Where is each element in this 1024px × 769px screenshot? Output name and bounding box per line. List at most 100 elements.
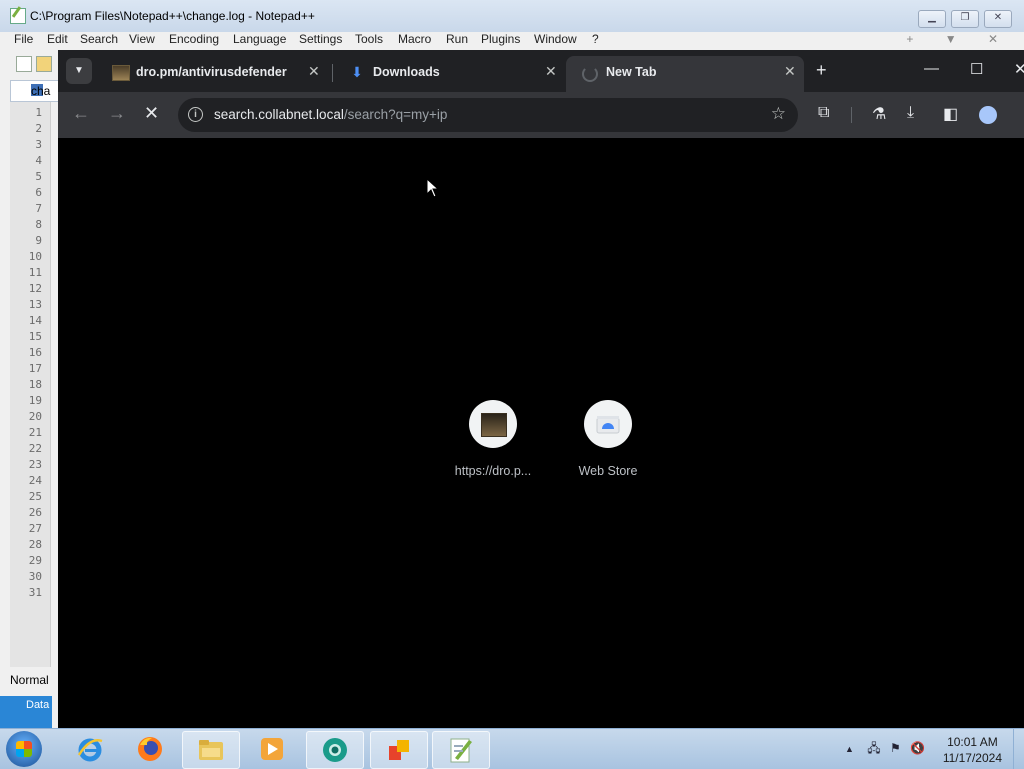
- shortcut-label: Web Store: [578, 464, 638, 478]
- url-host: search.collabnet.local: [214, 107, 344, 122]
- menu-tools[interactable]: Tools: [355, 32, 383, 46]
- notepad-minimize-button[interactable]: ▁: [918, 10, 946, 28]
- notepad-restore-button[interactable]: ❐: [951, 10, 979, 28]
- line-number: 23: [28, 458, 42, 471]
- line-number: 2: [35, 122, 42, 135]
- url-path: /search?q=my+ip: [343, 107, 448, 122]
- menu-edit[interactable]: Edit: [47, 32, 68, 46]
- menu-search[interactable]: Search: [80, 32, 118, 46]
- data-panel[interactable]: Data: [0, 696, 52, 728]
- bookmark-star-icon[interactable]: ☆: [771, 104, 786, 124]
- line-number: 5: [35, 170, 42, 183]
- notepad-menu-controls[interactable]: + ▼ ✕: [906, 32, 1012, 46]
- maximize-button[interactable]: ☐: [970, 60, 983, 78]
- line-number: 8: [35, 218, 42, 231]
- notepad-file-tab[interactable]: cha: [10, 80, 60, 102]
- tab-close-icon[interactable]: ✕: [784, 63, 796, 80]
- clock-date: 11/17/2024: [942, 751, 1002, 765]
- notepad-close-button[interactable]: ✕: [984, 10, 1012, 28]
- labs-flask-icon[interactable]: ⚗: [872, 104, 886, 124]
- forward-button[interactable]: →: [108, 103, 126, 124]
- taskbar-file-explorer[interactable]: [182, 731, 240, 769]
- taskbar-app-blocks[interactable]: [370, 731, 428, 769]
- taskbar-notepad[interactable]: [432, 731, 490, 769]
- shortcut-label: https://dro.p...: [454, 464, 532, 478]
- volume-muted-icon[interactable]: 🔇: [910, 741, 925, 755]
- menu-settings[interactable]: Settings: [299, 32, 342, 46]
- taskbar-internet-explorer[interactable]: [62, 731, 118, 767]
- line-number-gutter: 1 2 3 4 5 6 7 8 9 10 11 12 13 14 15 16 17 18 19 20 21 22 23 24 2…: [10, 102, 51, 667]
- network-icon[interactable]: 🖧: [867, 741, 880, 755]
- tab-antivirusdefender[interactable]: dro.pm/antivirusdefender ✕: [96, 56, 328, 92]
- line-number: 10: [28, 250, 42, 263]
- file-tab-label: cha: [31, 84, 51, 98]
- line-number: 16: [28, 346, 42, 359]
- new-tab-button[interactable]: +: [816, 60, 827, 81]
- downloads-icon[interactable]: ⤓: [907, 104, 914, 122]
- side-panel-icon[interactable]: ◧: [943, 104, 958, 124]
- line-number: 11: [28, 266, 42, 279]
- line-number: 27: [28, 522, 42, 535]
- line-number: 31: [28, 586, 42, 599]
- site-info-icon[interactable]: i: [188, 107, 203, 122]
- line-number: 9: [35, 234, 42, 247]
- minimize-button[interactable]: —: [924, 60, 939, 77]
- profile-avatar-icon[interactable]: [979, 106, 997, 124]
- action-center-flag-icon[interactable]: ⚑: [890, 741, 901, 755]
- loading-spinner-icon: [582, 66, 598, 82]
- tab-label: dro.pm/antivirusdefender: [136, 65, 287, 79]
- system-clock[interactable]: 10:01 AM 11/17/2024: [943, 734, 1002, 766]
- clock-time: 10:01 AM: [947, 735, 998, 749]
- back-button[interactable]: ←: [72, 103, 90, 124]
- taskbar-media-player[interactable]: [244, 731, 300, 767]
- taskbar-chrome[interactable]: [306, 731, 364, 769]
- menu-plugins[interactable]: Plugins: [481, 32, 520, 46]
- new-file-icon[interactable]: [16, 56, 32, 72]
- line-number: 6: [35, 186, 42, 199]
- tab-downloads[interactable]: ⬇ Downloads ✕: [333, 56, 565, 92]
- menu-view[interactable]: View: [129, 32, 155, 46]
- menu-language[interactable]: Language: [233, 32, 286, 46]
- line-number: 15: [28, 330, 42, 343]
- notepad-app-icon: [10, 8, 26, 24]
- browser-toolbar: ← → ✕ i search.collabnet.local/search?q=…: [58, 92, 1024, 138]
- notepad-menubar: File Edit Search View Encoding Language …: [0, 32, 1024, 48]
- notepad-title: C:\Program Files\Notepad++\change.log - …: [30, 9, 315, 23]
- menu-help[interactable]: ?: [592, 32, 599, 46]
- notepad-plus-plus-icon: [450, 738, 472, 763]
- tab-strip: ▼ dro.pm/antivirusdefender ✕ ⬇ Downloads…: [58, 50, 1024, 92]
- notepad-titlebar[interactable]: C:\Program Files\Notepad++\change.log - …: [0, 0, 1024, 32]
- tab-close-icon[interactable]: ✕: [308, 63, 320, 80]
- shortcut-dro-pm[interactable]: https://dro.p...: [443, 400, 543, 478]
- show-hidden-icons-button[interactable]: ▲: [845, 744, 854, 754]
- browser-app-icon: [323, 738, 347, 762]
- download-icon: ⬇: [351, 64, 363, 80]
- line-number: 25: [28, 490, 42, 503]
- menu-macro[interactable]: Macro: [398, 32, 431, 46]
- start-button[interactable]: [6, 731, 42, 767]
- menu-encoding[interactable]: Encoding: [169, 32, 219, 46]
- taskbar-firefox[interactable]: [122, 731, 178, 767]
- folder-icon: [199, 740, 223, 760]
- data-label: Data: [26, 699, 50, 711]
- line-number: 18: [28, 378, 42, 391]
- close-window-button[interactable]: ✕: [1014, 60, 1024, 78]
- show-desktop-button[interactable]: [1013, 729, 1024, 769]
- chrome-window: ▼ dro.pm/antivirusdefender ✕ ⬇ Downloads…: [58, 50, 1024, 728]
- line-number: 21: [28, 426, 42, 439]
- tab-label: New Tab: [606, 65, 657, 79]
- tab-close-icon[interactable]: ✕: [545, 63, 557, 80]
- address-bar[interactable]: i search.collabnet.local/search?q=my+ip …: [178, 98, 798, 132]
- menu-window[interactable]: Window: [534, 32, 577, 46]
- line-number: 4: [35, 154, 42, 167]
- tab-search-button[interactable]: ▼: [66, 58, 92, 84]
- stop-loading-button[interactable]: ✕: [144, 103, 159, 124]
- menu-run[interactable]: Run: [446, 32, 468, 46]
- url-text[interactable]: search.collabnet.local/search?q=my+ip: [214, 107, 447, 122]
- menu-file[interactable]: File: [14, 32, 33, 46]
- extensions-icon[interactable]: ⧉: [818, 104, 829, 122]
- firefox-icon: [138, 737, 162, 761]
- tab-new-tab[interactable]: New Tab ✕: [566, 56, 804, 92]
- shortcut-web-store[interactable]: Web Store: [558, 400, 658, 478]
- open-file-icon[interactable]: [36, 56, 52, 72]
